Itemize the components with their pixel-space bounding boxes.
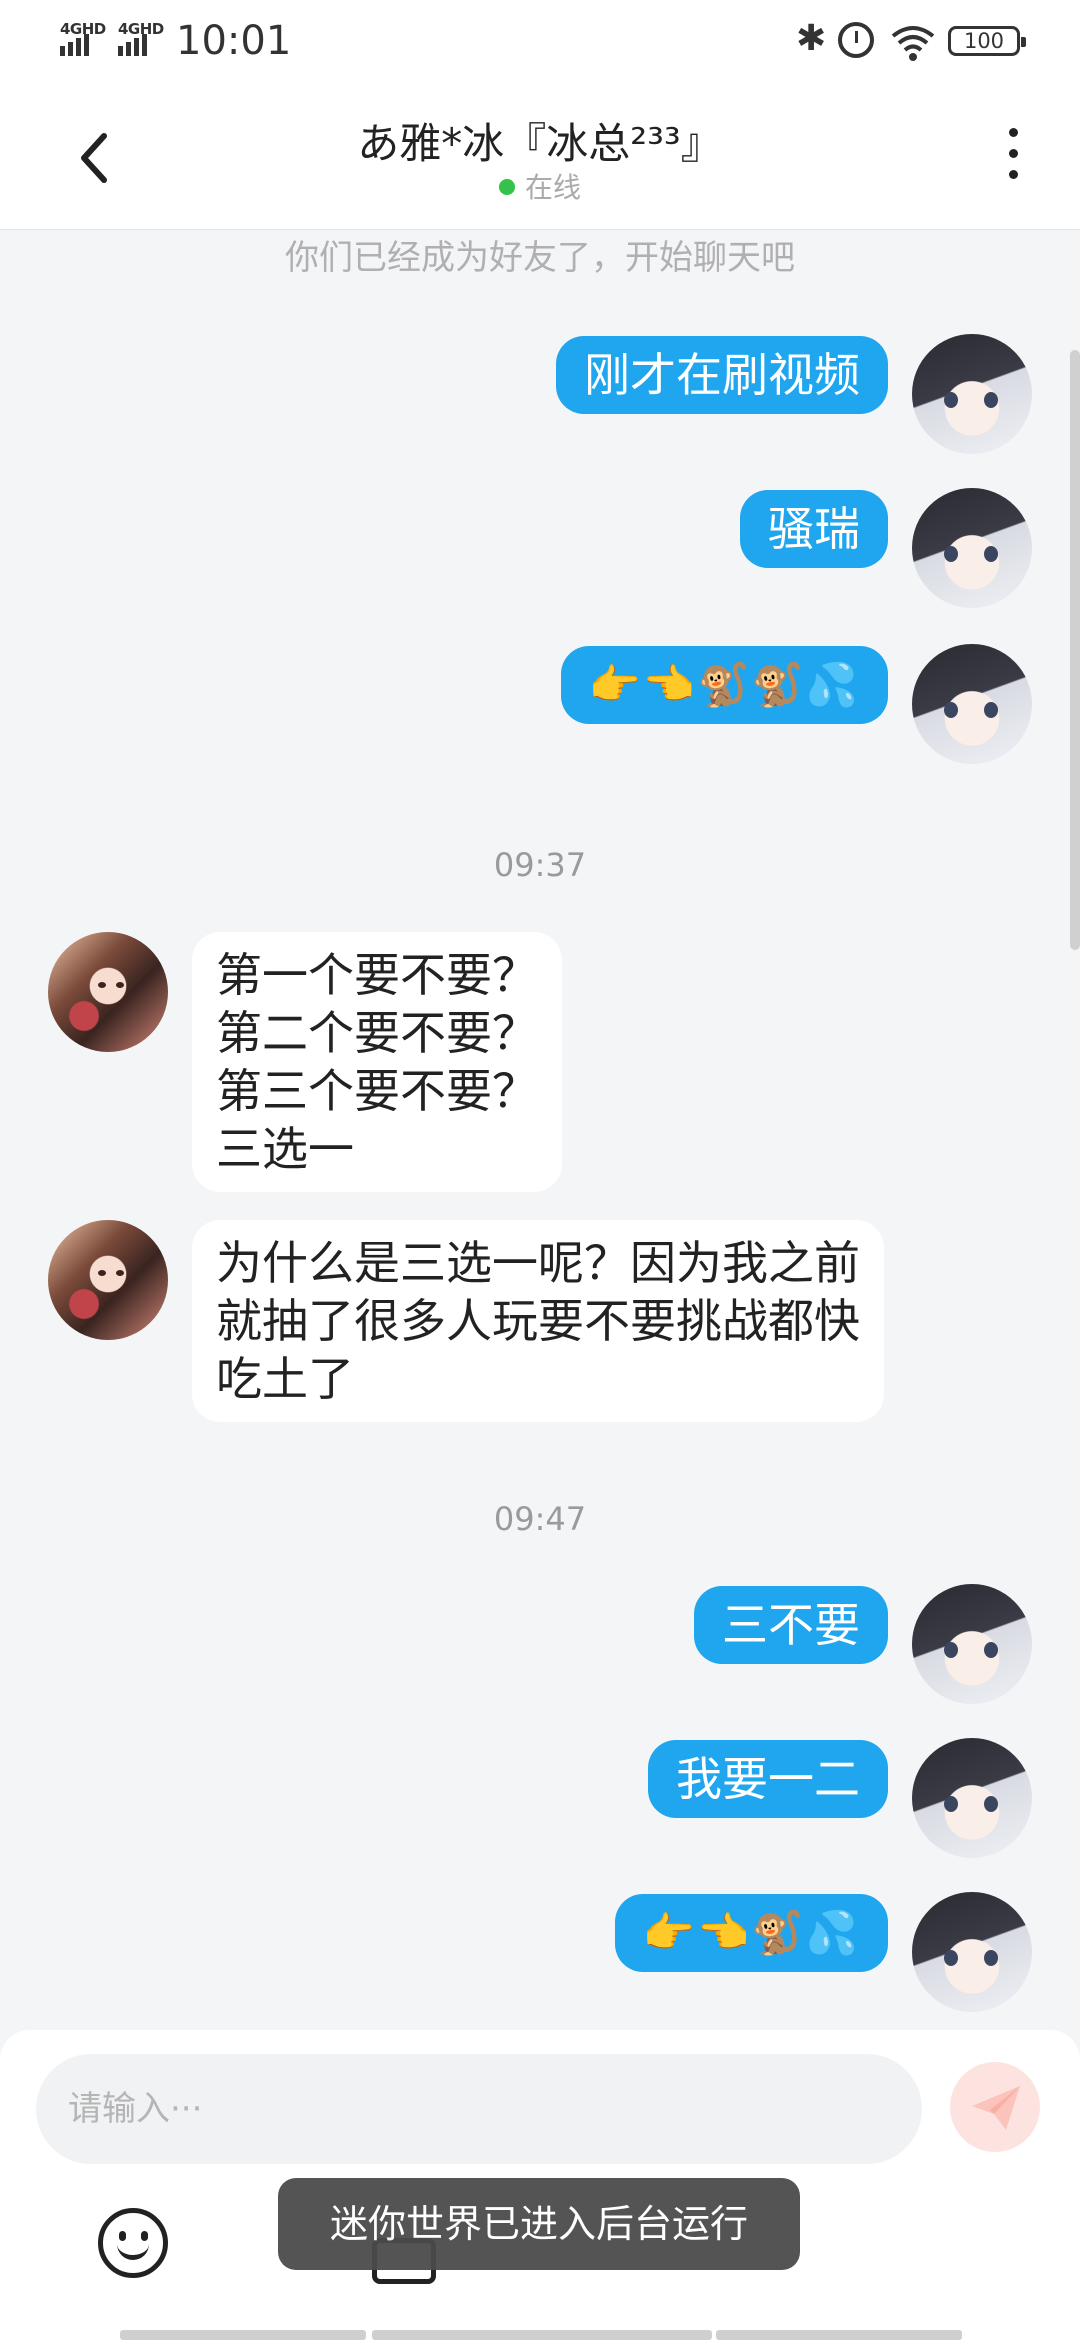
avatar[interactable] [912, 1584, 1032, 1704]
more-vertical-icon[interactable] [1005, 128, 1021, 188]
bottom-tab-indicator [372, 2330, 712, 2340]
message-outgoing[interactable]: 刚才在刷视频 [556, 334, 1032, 454]
wifi-icon [891, 26, 935, 61]
timestamp: 09:37 [493, 846, 587, 884]
chat-header: あ雅*冰『冰总²³³』 在线 [0, 84, 1080, 230]
message-bubble[interactable]: 👉👈🐒🐒💦 [560, 646, 888, 724]
avatar[interactable] [912, 334, 1032, 454]
message-text: 👉👈🐒💦 [642, 1908, 860, 1957]
message-list[interactable]: 你们已经成为好友了，开始聊天吧 刚才在刷视频 骚瑞 👉👈🐒🐒💦 09:37 第一… [0, 230, 1080, 2030]
message-outgoing[interactable]: 骚瑞 [740, 488, 1032, 608]
online-status: 在线 [0, 166, 1080, 206]
message-text: 第二个要不要？ [216, 1006, 538, 1060]
message-bubble[interactable]: 刚才在刷视频 [556, 336, 888, 414]
message-text: 刚才在刷视频 [584, 348, 860, 402]
message-text: 为什么是三选一呢？因为我之前 [216, 1236, 860, 1290]
system-note: 你们已经成为好友了，开始聊天吧 [285, 238, 795, 278]
bluetooth-icon: ✱ [796, 18, 827, 59]
contact-name: あ雅*冰『冰总²³³』 [357, 119, 723, 168]
message-text: 三不要 [722, 1598, 860, 1652]
message-input[interactable] [36, 2054, 922, 2164]
timestamp: 09:47 [493, 1500, 587, 1538]
alarm-icon [838, 22, 874, 58]
send-icon [972, 2086, 1020, 2130]
message-text: 第三个要不要？ [216, 1064, 538, 1118]
bottom-tab-indicator [120, 2330, 366, 2340]
message-text: 第一个要不要？ [216, 948, 538, 1002]
message-outgoing[interactable]: 我要一二 [648, 1738, 1032, 1858]
message-bubble[interactable]: 为什么是三选一呢？因为我之前 就抽了很多人玩要不要挑战都快 吃土了 [192, 1220, 884, 1422]
status-time: 10:01 [176, 18, 292, 64]
online-status-label: 在线 [524, 171, 581, 204]
message-text: 👉👈🐒🐒💦 [588, 660, 860, 709]
avatar[interactable] [48, 1220, 168, 1340]
toast-message: 迷你世界已进入后台运行 [278, 2178, 800, 2270]
message-bubble[interactable]: 👉👈🐒💦 [614, 1894, 888, 1972]
battery-icon: 100 [948, 26, 1026, 56]
message-text: 骚瑞 [768, 502, 860, 556]
message-text: 就抽了很多人玩要不要挑战都快 [216, 1294, 860, 1348]
send-button[interactable] [950, 2062, 1040, 2152]
avatar[interactable] [912, 1892, 1032, 2012]
avatar[interactable] [48, 932, 168, 1052]
message-text: 吃土了 [216, 1352, 354, 1406]
message-bubble[interactable]: 我要一二 [648, 1740, 888, 1818]
message-outgoing[interactable]: 三不要 [694, 1584, 1032, 1704]
avatar[interactable] [912, 488, 1032, 608]
message-text: 三选一 [216, 1122, 354, 1176]
network-type-label: 4GHD [60, 20, 106, 38]
online-dot-icon [498, 179, 515, 195]
avatar[interactable] [912, 644, 1032, 764]
bottom-tab-indicator [716, 2330, 962, 2340]
message-outgoing[interactable]: 👉👈🐒💦 [614, 1892, 1032, 2012]
avatar[interactable] [912, 1738, 1032, 1858]
smiley-icon[interactable] [98, 2208, 168, 2278]
message-incoming[interactable]: 第一个要不要？ 第二个要不要？ 第三个要不要？ 三选一 [48, 932, 562, 1192]
message-bubble[interactable]: 骚瑞 [740, 490, 888, 568]
message-bubble[interactable]: 第一个要不要？ 第二个要不要？ 第三个要不要？ 三选一 [192, 932, 562, 1192]
message-text: 我要一二 [676, 1752, 860, 1806]
message-incoming[interactable]: 为什么是三选一呢？因为我之前 就抽了很多人玩要不要挑战都快 吃土了 [48, 1220, 884, 1422]
message-bubble[interactable]: 三不要 [694, 1586, 888, 1664]
message-outgoing[interactable]: 👉👈🐒🐒💦 [560, 644, 1032, 764]
status-bar: 4GHD 4GHD 10:01 ✱ 100 [0, 0, 1080, 84]
network-type-label: 4GHD [118, 20, 164, 38]
